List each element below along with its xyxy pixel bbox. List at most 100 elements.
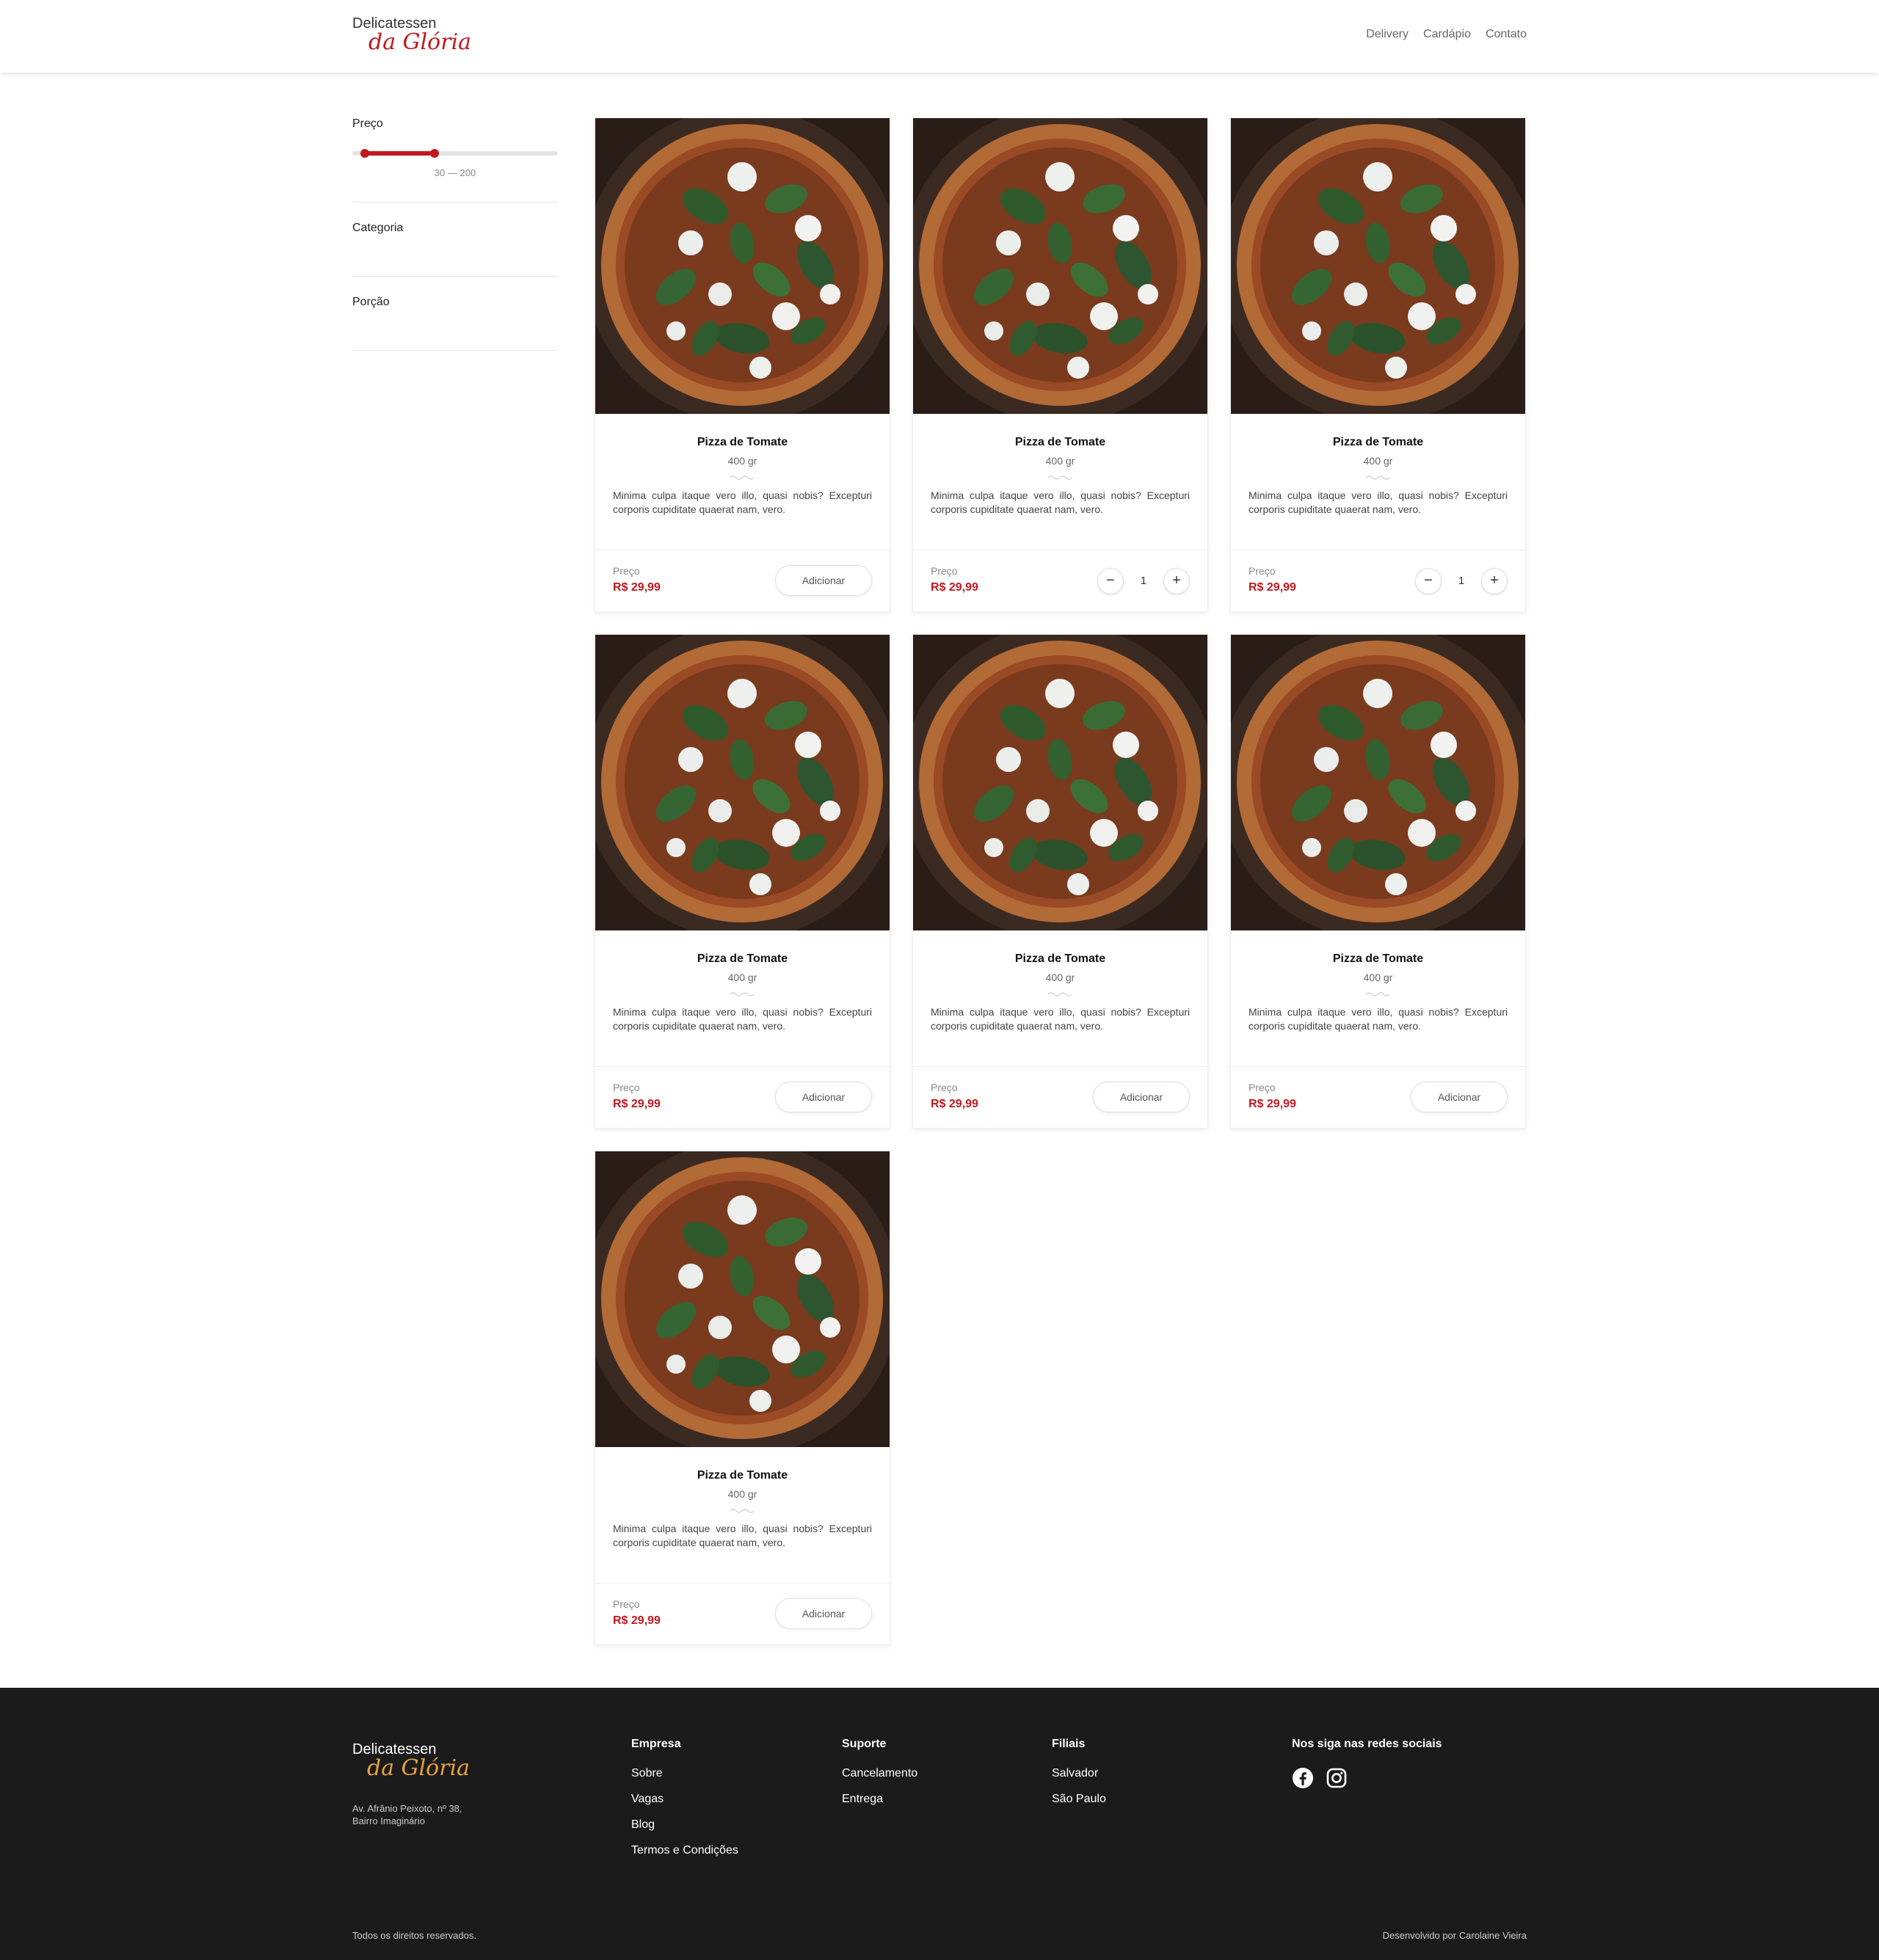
footer-branches: Filiais Salvador São Paulo [1052,1738,1106,1818]
footer-branches-title: Filiais [1052,1738,1086,1750]
price-label: Preço [931,1082,958,1093]
footer-link-delivery[interactable]: Entrega [842,1793,917,1806]
product-image[interactable] [595,635,890,930]
facebook-icon[interactable] [1292,1767,1314,1789]
product-footer: Preço R$ 29,99 Adicionar [595,1066,890,1128]
product-info: Pizza de Tomate 400 gr Minima culpa itaq… [913,414,1207,517]
product-name: Pizza de Tomate [697,1469,788,1482]
product-image[interactable] [595,118,890,414]
wave-divider-icon [1047,476,1072,480]
price-label: Preço [613,565,640,577]
site-footer: Delicatessen da Glória Av. Afrânio Peixo… [0,1688,1879,1960]
footer-brand-bottom: da Glória [367,1755,470,1781]
footer-link-about[interactable]: Sobre [631,1767,738,1780]
product-image[interactable] [1231,635,1525,930]
price-range-fill [365,151,435,156]
footer-link-cancel[interactable]: Cancelamento [842,1767,917,1780]
product-footer: Preço R$ 29,99 Adicionar [595,1583,890,1644]
product-description: Minima culpa itaque vero illo, quasi nob… [613,1006,872,1032]
product-card: Pizza de Tomate 400 gr Minima culpa itaq… [595,634,890,1129]
footer-social-title: Nos siga nas redes sociais [1292,1738,1442,1750]
product-description: Minima culpa itaque vero illo, quasi nob… [613,489,872,515]
product-name: Pizza de Tomate [697,952,788,965]
product-description: Minima culpa itaque vero illo, quasi nob… [931,489,1190,515]
product-name: Pizza de Tomate [697,436,788,448]
price-range-label: 30 — 200 [434,167,476,178]
product-card: Pizza de Tomate 400 gr Minima culpa itaq… [912,117,1208,612]
category-filter[interactable]: Categoria [352,203,558,277]
product-description: Minima culpa itaque vero illo, quasi nob… [613,1523,872,1548]
nav-contact[interactable]: Contato [1486,28,1527,41]
price-label: Preço [931,565,958,577]
product-weight: 400 gr [1363,455,1393,467]
product-price: R$ 29,99 [1249,1098,1296,1110]
product-info: Pizza de Tomate 400 gr Minima culpa itaq… [595,1447,890,1550]
add-to-cart-button[interactable]: Adicionar [1411,1082,1508,1112]
wave-divider-icon [730,992,754,997]
wave-divider-icon [1365,992,1389,997]
price-min-handle[interactable] [360,149,369,158]
nav-menu[interactable]: Cardápio [1423,28,1471,41]
footer-link-sao-paulo[interactable]: São Paulo [1052,1793,1106,1806]
add-to-cart-button[interactable]: Adicionar [1093,1082,1190,1112]
main-nav: Delivery Cardápio Contato [1366,28,1527,41]
product-card: Pizza de Tomate 400 gr Minima culpa itaq… [595,117,890,612]
brand-logo[interactable]: Delicatessen da Glória [352,15,471,54]
product-price: R$ 29,99 [613,1614,661,1627]
price-label: Preço [1249,1082,1276,1093]
product-info: Pizza de Tomate 400 gr Minima culpa itaq… [913,930,1207,1033]
add-to-cart-button[interactable]: Adicionar [775,1082,872,1112]
product-image[interactable] [913,118,1207,414]
instagram-icon[interactable] [1326,1767,1348,1789]
product-price: R$ 29,99 [931,1098,978,1110]
product-card: Pizza de Tomate 400 gr Minima culpa itaq… [912,634,1208,1129]
wave-divider-icon [730,1509,754,1513]
product-price: R$ 29,99 [1249,581,1296,594]
product-image[interactable] [595,1151,890,1447]
product-image[interactable] [1231,118,1525,414]
category-filter-title: Categoria [352,222,404,234]
product-grid: Pizza de Tomate 400 gr Minima culpa itaq… [595,117,1527,1645]
price-label: Preço [1249,565,1276,577]
footer-link-blog[interactable]: Blog [631,1818,738,1832]
increase-quantity-button[interactable]: + [1481,568,1508,594]
add-to-cart-button[interactable]: Adicionar [775,1598,872,1629]
product-name: Pizza de Tomate [1014,952,1106,965]
price-range-slider[interactable] [352,149,558,158]
footer-developer: Desenvolvido por Carolaine Vieira [1382,1930,1527,1941]
footer-link-jobs[interactable]: Vagas [631,1793,738,1806]
footer-logo[interactable]: Delicatessen da Glória [352,1741,470,1780]
product-card: Pizza de Tomate 400 gr Minima culpa itaq… [1230,634,1526,1129]
product-name: Pizza de Tomate [1332,952,1424,965]
add-to-cart-button[interactable]: Adicionar [775,565,872,596]
quantity-stepper: − 1 + [1097,568,1190,594]
price-max-handle[interactable] [430,149,439,158]
product-footer: Preço R$ 29,99 Adicionar [913,1066,1207,1128]
filter-sidebar: Preço 30 — 200 Categoria Porção [352,117,558,351]
nav-delivery[interactable]: Delivery [1366,28,1409,41]
product-weight: 400 gr [727,1488,757,1500]
product-card: Pizza de Tomate 400 gr Minima culpa itaq… [595,1151,890,1645]
footer-support-title: Suporte [842,1738,887,1750]
product-price: R$ 29,99 [931,581,978,594]
quantity-stepper: − 1 + [1415,568,1508,594]
decrease-quantity-button[interactable]: − [1415,568,1442,594]
product-footer: Preço R$ 29,99 − 1 + [1231,550,1525,611]
footer-link-salvador[interactable]: Salvador [1052,1767,1106,1780]
price-filter-title: Preço [352,117,383,130]
decrease-quantity-button[interactable]: − [1097,568,1124,594]
product-description: Minima culpa itaque vero illo, quasi nob… [1249,489,1508,515]
footer-link-terms[interactable]: Termos e Condições [631,1844,738,1857]
product-card: Pizza de Tomate 400 gr Minima culpa itaq… [1230,117,1526,612]
product-price: R$ 29,99 [613,1098,661,1110]
increase-quantity-button[interactable]: + [1163,568,1190,594]
portion-filter[interactable]: Porção [352,277,558,351]
quantity-value: 1 [1458,575,1465,587]
footer-copyright: Todos os direitos reservados. [352,1930,477,1941]
product-footer: Preço R$ 29,99 Adicionar [595,550,890,611]
price-filter: Preço 30 — 200 [352,117,558,203]
footer-address: Av. Afrânio Peixoto, nº 38, Bairro Imagi… [352,1803,462,1826]
product-image[interactable] [913,635,1207,930]
brand-name-bottom: da Glória [368,29,472,55]
product-weight: 400 gr [1045,972,1075,983]
